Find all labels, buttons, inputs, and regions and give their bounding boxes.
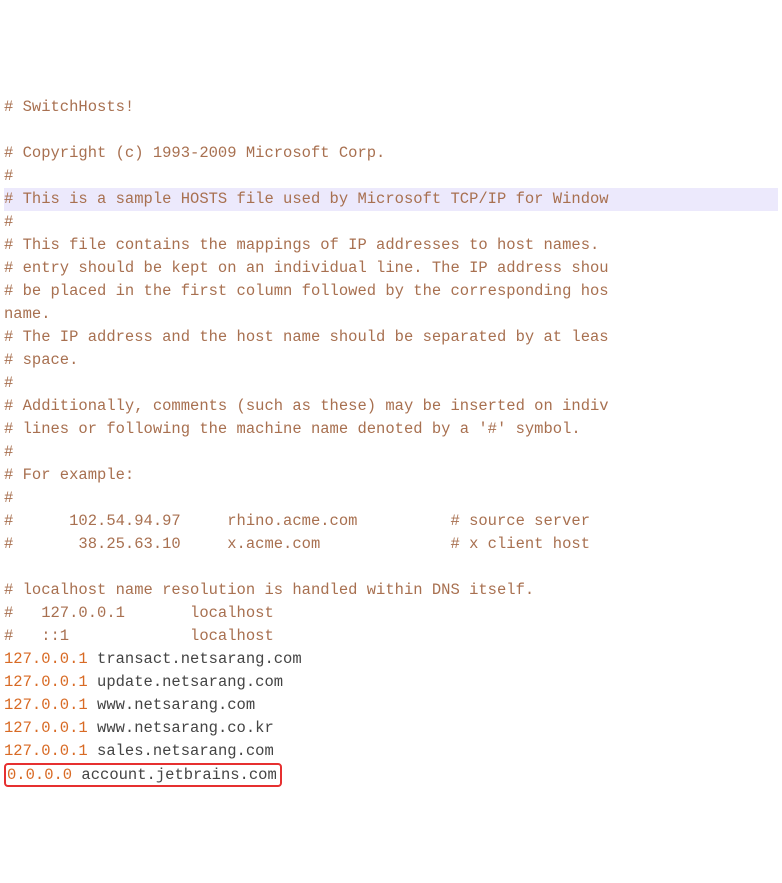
hosts-entry: 127.0.0.1 www.netsarang.co.kr bbox=[4, 719, 274, 737]
hosts-comment-line: # bbox=[4, 213, 13, 231]
ip-address: 127.0.0.1 bbox=[4, 650, 88, 668]
hosts-comment-line: # 38.25.63.10 x.acme.com # x client host bbox=[4, 535, 590, 553]
hosts-comment-line: # bbox=[4, 167, 13, 185]
host-name: sales.netsarang.com bbox=[88, 742, 274, 760]
hosts-comment-line: # SwitchHosts! bbox=[4, 98, 134, 116]
hosts-entry: 127.0.0.1 sales.netsarang.com bbox=[4, 742, 274, 760]
hosts-comment-line: # be placed in the first column followed… bbox=[4, 282, 609, 300]
hosts-entry: 127.0.0.1 www.netsarang.com bbox=[4, 696, 255, 714]
hosts-entry: 127.0.0.1 transact.netsarang.com bbox=[4, 650, 302, 668]
ip-address: 127.0.0.1 bbox=[4, 742, 88, 760]
hosts-comment-line: # entry should be kept on an individual … bbox=[4, 259, 609, 277]
ip-address: 127.0.0.1 bbox=[4, 696, 88, 714]
hosts-comment-line: # lines or following the machine name de… bbox=[4, 420, 581, 438]
hosts-comment-line: # The IP address and the host name shoul… bbox=[4, 328, 609, 346]
hosts-comment-line: # bbox=[4, 443, 13, 461]
hosts-comment-line: # This is a sample HOSTS file used by Mi… bbox=[4, 190, 609, 208]
hosts-comment-line: # bbox=[4, 374, 13, 392]
hosts-comment-line: # ::1 localhost bbox=[4, 627, 274, 645]
hosts-comment-line: # space. bbox=[4, 351, 78, 369]
highlighted-entry-box: 0.0.0.0 account.jetbrains.com bbox=[4, 763, 282, 787]
ip-address: 127.0.0.1 bbox=[4, 719, 88, 737]
ip-address: 0.0.0.0 bbox=[7, 766, 72, 784]
hosts-comment-line: name. bbox=[4, 305, 51, 323]
hosts-comment-line: # Copyright (c) 1993-2009 Microsoft Corp… bbox=[4, 144, 385, 162]
hosts-comment-line: # localhost name resolution is handled w… bbox=[4, 581, 534, 599]
highlighted-line: # This is a sample HOSTS file used by Mi… bbox=[4, 188, 778, 211]
ip-address: 127.0.0.1 bbox=[4, 673, 88, 691]
hosts-comment-line: # This file contains the mappings of IP … bbox=[4, 236, 609, 254]
host-name: transact.netsarang.com bbox=[88, 650, 302, 668]
host-name: account.jetbrains.com bbox=[72, 766, 277, 784]
hosts-comment-line: # Additionally, comments (such as these)… bbox=[4, 397, 609, 415]
hosts-comment-line: # 127.0.0.1 localhost bbox=[4, 604, 274, 622]
hosts-entry: 127.0.0.1 update.netsarang.com bbox=[4, 673, 283, 691]
hosts-comment-line: # For example: bbox=[4, 466, 134, 484]
host-name: update.netsarang.com bbox=[88, 673, 283, 691]
hosts-comment-line: # 102.54.94.97 rhino.acme.com # source s… bbox=[4, 512, 590, 530]
host-name: www.netsarang.com bbox=[88, 696, 255, 714]
host-name: www.netsarang.co.kr bbox=[88, 719, 274, 737]
hosts-comment-line: # bbox=[4, 489, 13, 507]
